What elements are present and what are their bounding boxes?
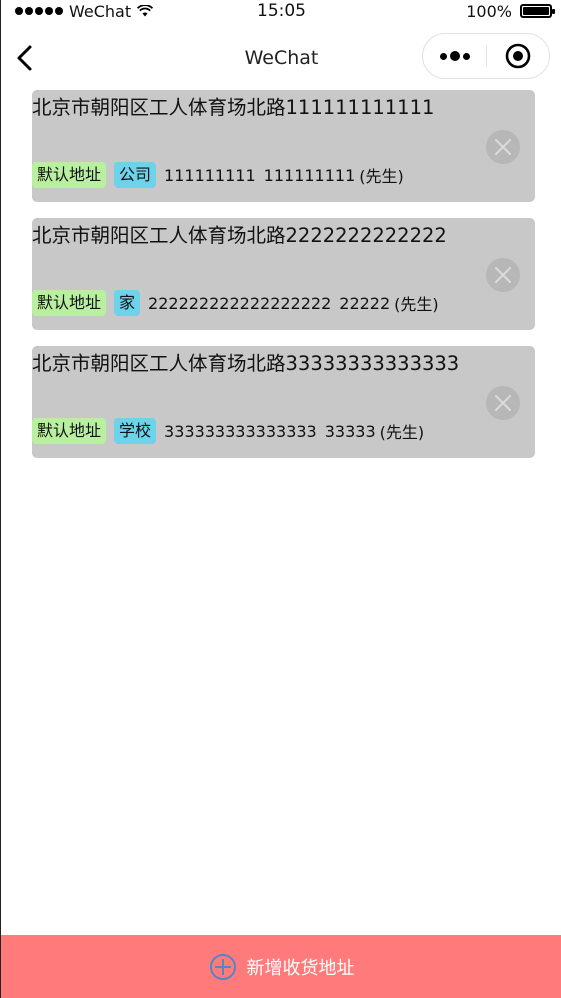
address-card[interactable]: 北京市朝阳区工人体育场北路111111111111 默认地址 公司 111111… xyxy=(32,90,535,202)
close-icon xyxy=(495,267,511,283)
battery-fill xyxy=(523,7,549,15)
status-right: 100% xyxy=(466,0,555,22)
delete-address-button[interactable] xyxy=(486,258,520,292)
close-miniprogram-icon[interactable] xyxy=(487,33,549,79)
status-bar: WeChat 15:05 100% xyxy=(1,0,561,22)
address-card[interactable]: 北京市朝阳区工人体育场北路2222222222222 默认地址 家 222222… xyxy=(32,218,535,330)
delete-address-button[interactable] xyxy=(486,386,520,420)
battery-percent: 100% xyxy=(466,1,512,21)
tags-row: 默认地址 公司 111111111 111111111 (先生) xyxy=(32,162,404,188)
default-tag: 默认地址 xyxy=(32,418,107,444)
nav-bar: WeChat xyxy=(1,22,561,88)
address-line: 北京市朝阳区工人体育场北路2222222222222 xyxy=(32,224,447,247)
tags-row: 默认地址 学校 333333333333333 33333 (先生) xyxy=(32,418,424,444)
address-list: 北京市朝阳区工人体育场北路111111111111 默认地址 公司 111111… xyxy=(32,90,535,474)
delete-address-button[interactable] xyxy=(486,130,520,164)
contact-name: 22222 xyxy=(339,293,391,313)
contact-title: (先生) xyxy=(379,423,425,442)
address-type-tag: 学校 xyxy=(114,418,157,444)
close-icon xyxy=(495,395,511,411)
contact-title: (先生) xyxy=(394,295,439,314)
default-tag: 默认地址 xyxy=(32,290,107,316)
contact-phone: 111111111 xyxy=(164,165,256,185)
tags-row: 默认地址 家 222222222222222222 22222 (先生) xyxy=(32,290,439,316)
add-address-button[interactable]: 新增收货地址 xyxy=(1,935,561,998)
address-line: 北京市朝阳区工人体育场北路111111111111 xyxy=(32,96,435,119)
more-icon[interactable] xyxy=(423,33,486,79)
address-card[interactable]: 北京市朝阳区工人体育场北路33333333333333 默认地址 学校 3333… xyxy=(32,346,535,458)
contact-title: (先生) xyxy=(359,167,404,186)
default-tag: 默认地址 xyxy=(32,162,107,188)
add-address-label: 新增收货地址 xyxy=(246,957,355,979)
battery-icon xyxy=(520,4,555,18)
address-type-tag: 公司 xyxy=(114,162,157,188)
contact-name: 111111111 xyxy=(263,165,356,185)
address-line: 北京市朝阳区工人体育场北路33333333333333 xyxy=(32,352,460,375)
contact-phone: 333333333333333 xyxy=(164,421,317,441)
contact-phone: 222222222222222222 xyxy=(148,293,332,313)
close-icon xyxy=(495,139,511,155)
contact-name: 33333 xyxy=(324,421,376,441)
plus-circle-icon xyxy=(209,953,236,980)
capsule-menu xyxy=(422,33,550,79)
address-type-tag: 家 xyxy=(114,290,141,316)
